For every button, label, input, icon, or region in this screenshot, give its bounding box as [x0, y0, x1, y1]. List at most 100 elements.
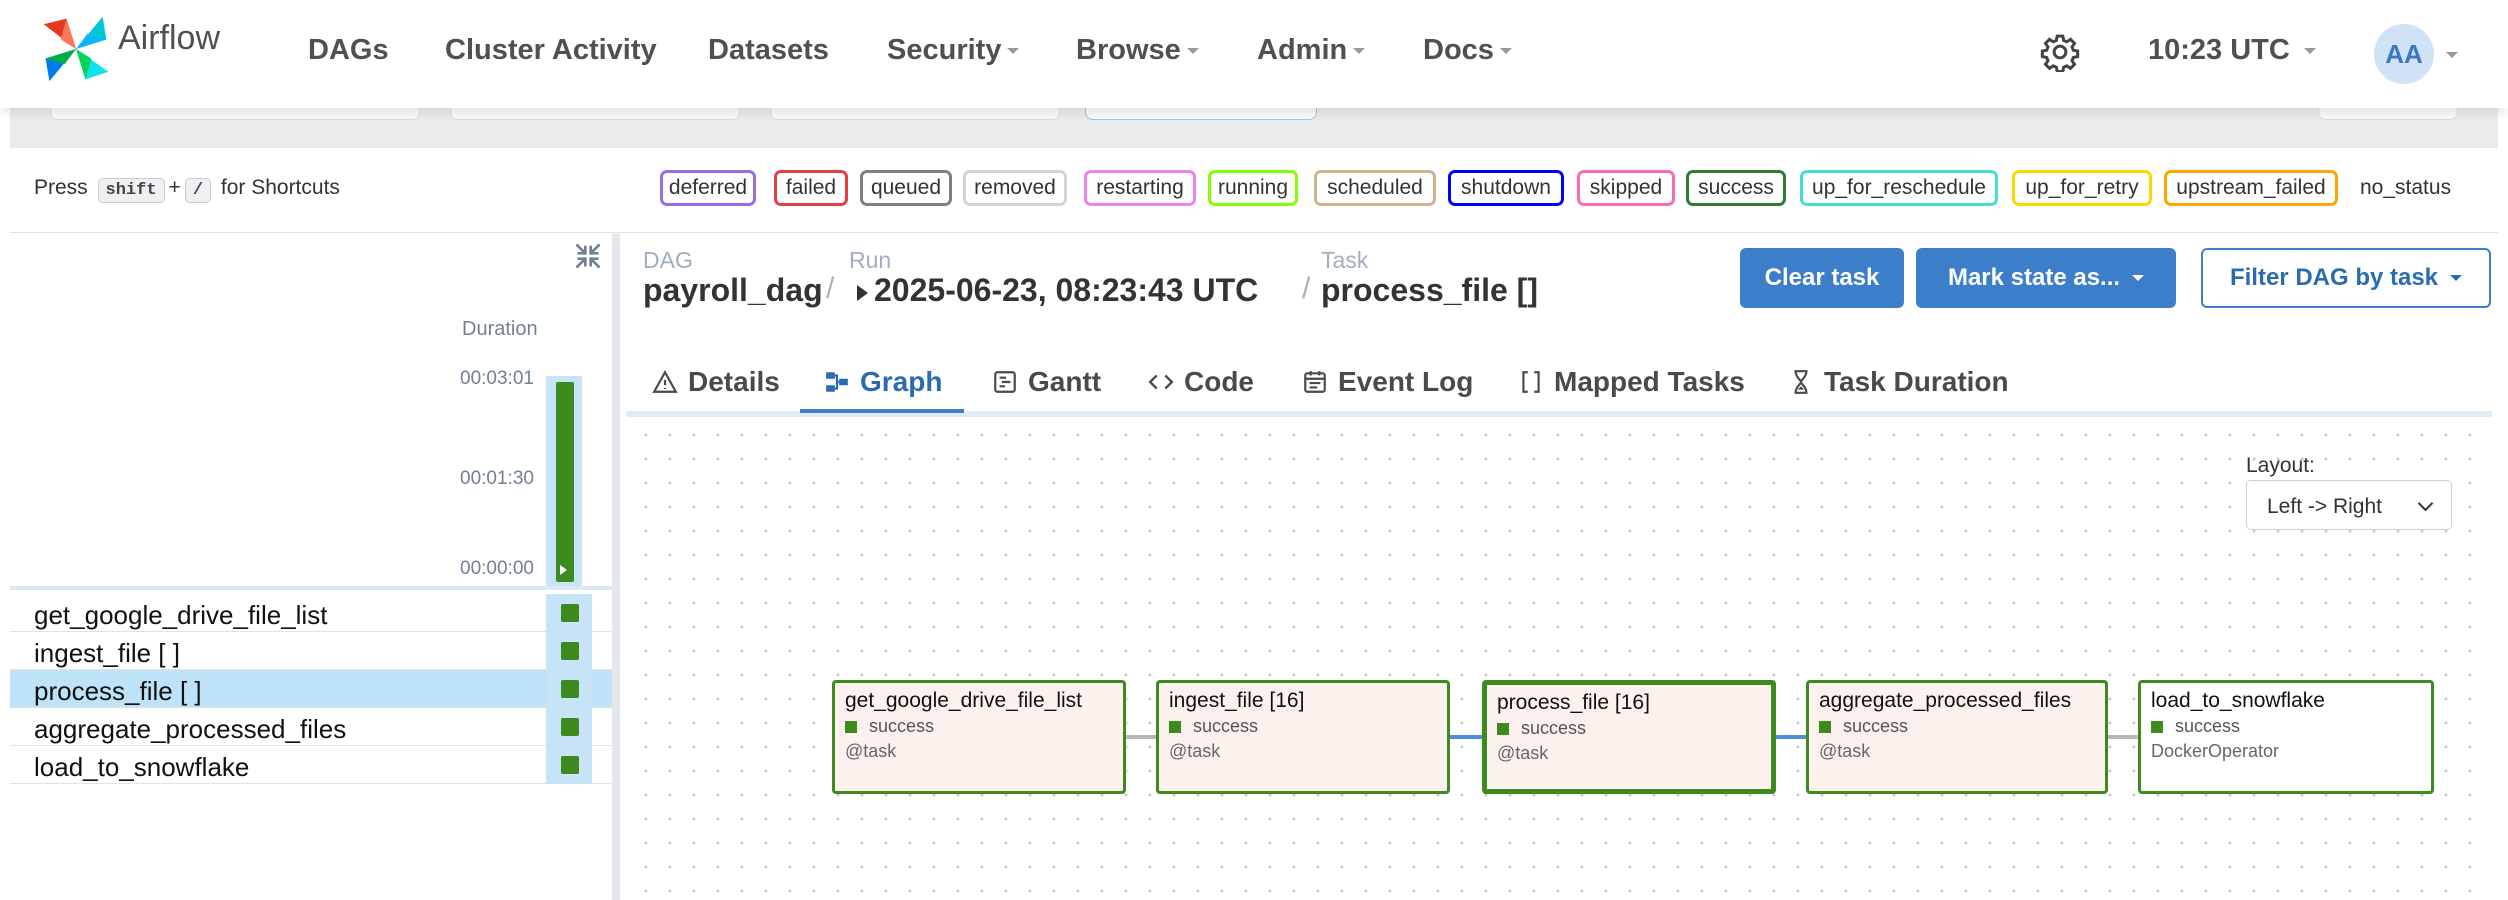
- legend-chip-shutdown[interactable]: shutdown: [1448, 170, 1564, 206]
- filter-dag-button[interactable]: Filter DAG by task: [2201, 248, 2491, 308]
- shortcuts-suffix: for Shortcuts: [220, 176, 340, 199]
- clear-task-button[interactable]: Clear task: [1740, 248, 1904, 308]
- task-row[interactable]: aggregate_processed_files: [10, 708, 614, 746]
- slash-key: /: [184, 178, 212, 203]
- tab-gantt[interactable]: Gantt: [992, 352, 1101, 412]
- breadcrumb-task[interactable]: process_file []: [1321, 272, 1538, 309]
- legend-chip-failed[interactable]: failed: [774, 170, 848, 206]
- duration-header: Duration: [462, 318, 538, 340]
- state-square-icon: [2151, 720, 2163, 733]
- legend-chip-skipped[interactable]: skipped: [1577, 170, 1675, 206]
- node-state: success: [2151, 716, 2240, 737]
- graph-node-load-to-snowflake[interactable]: load_to_snowflake success DockerOperator: [2138, 680, 2434, 794]
- tab-details-label: Details: [688, 366, 780, 397]
- state-square-icon: [1497, 722, 1509, 735]
- filter-control[interactable]: [1085, 108, 1317, 120]
- warning-triangle-icon: [652, 370, 678, 393]
- tab-event-log[interactable]: Event Log: [1302, 352, 1473, 412]
- node-state: success: [845, 716, 934, 737]
- node-name: ingest_file [16]: [1169, 689, 1305, 712]
- task-row[interactable]: load_to_snowflake: [10, 746, 614, 784]
- graph-node-get-google-drive-file-list[interactable]: get_google_drive_file_list success @task: [832, 680, 1126, 794]
- graph-icon: [826, 372, 848, 392]
- node-operator: DockerOperator: [2151, 741, 2280, 761]
- nav-docs-label: Docs: [1423, 34, 1494, 66]
- graph-node-process-file-selected[interactable]: process_file [16] success @task: [1482, 680, 1776, 794]
- run-duration-bar[interactable]: [556, 382, 574, 582]
- task-row[interactable]: get_google_drive_file_list: [10, 594, 614, 632]
- legend-chip-success[interactable]: success: [1686, 170, 1786, 206]
- nav-dags[interactable]: DAGs: [308, 34, 389, 67]
- nav-browse[interactable]: Browse: [1076, 34, 1199, 67]
- tab-mapped-tasks-label: Mapped Tasks: [1554, 366, 1745, 397]
- active-tab-indicator: [800, 409, 964, 413]
- filter-control[interactable]: [450, 108, 740, 120]
- task-instance-success[interactable]: [561, 756, 579, 774]
- mark-state-button[interactable]: Mark state as...: [1916, 248, 2176, 308]
- legend-chip-running[interactable]: running: [1208, 170, 1298, 206]
- top-navbar: Airflow DAGs Cluster Activity Datasets S…: [0, 0, 2508, 108]
- task-instance-success[interactable]: [561, 642, 579, 660]
- graph-canvas[interactable]: [628, 417, 2490, 900]
- caret-down-icon: [1007, 48, 1020, 55]
- graph-node-ingest-file[interactable]: ingest_file [16] success @task: [1156, 680, 1450, 794]
- caret-down-icon: [2303, 48, 2316, 55]
- tab-graph[interactable]: Graph: [824, 352, 942, 412]
- graph-node-aggregate-processed-files[interactable]: aggregate_processed_files success @task: [1806, 680, 2108, 794]
- tab-task-duration[interactable]: Task Duration: [1788, 352, 2009, 412]
- state-square-icon: [845, 720, 857, 733]
- airflow-brand[interactable]: Airflow: [38, 10, 220, 88]
- node-operator: @task: [845, 741, 897, 761]
- breadcrumb-run[interactable]: 2025-06-23, 08:23:43 UTC: [857, 272, 1258, 309]
- legend-chip-up-for-retry[interactable]: up_for_retry: [2012, 170, 2152, 206]
- gantt-icon: [994, 371, 1016, 393]
- caret-down-icon: [2450, 275, 2463, 281]
- user-avatar[interactable]: AA: [2374, 24, 2434, 84]
- nav-docs[interactable]: Docs: [1423, 34, 1512, 67]
- caret-down-icon: [2132, 275, 2145, 281]
- filter-control[interactable]: [50, 108, 420, 120]
- legend-chip-upstream-failed[interactable]: upstream_failed: [2164, 170, 2338, 206]
- legend-chip-restarting[interactable]: restarting: [1084, 170, 1196, 206]
- legend-chip-deferred[interactable]: deferred: [660, 170, 756, 206]
- nav-cluster-activity[interactable]: Cluster Activity: [445, 34, 657, 67]
- task-instance-success[interactable]: [561, 680, 579, 698]
- legend-chip-up-for-reschedule[interactable]: up_for_reschedule: [1800, 170, 1998, 206]
- legend-chip-removed[interactable]: removed: [963, 170, 1067, 206]
- task-instance-success[interactable]: [561, 718, 579, 736]
- node-operator: @task: [1169, 741, 1221, 761]
- nav-admin[interactable]: Admin: [1257, 34, 1366, 67]
- panel-resize-handle[interactable]: [612, 234, 620, 900]
- hourglass-icon: [1794, 370, 1808, 394]
- task-instance-success[interactable]: [561, 604, 579, 622]
- nav-security-label: Security: [887, 34, 1002, 66]
- utc-clock[interactable]: 10:23 UTC: [2148, 34, 2316, 67]
- task-row-selected[interactable]: process_file [ ]: [10, 670, 614, 708]
- gear-icon[interactable]: [2040, 32, 2080, 72]
- legend-chip-queued[interactable]: queued: [860, 170, 952, 206]
- nav-datasets-label: Datasets: [708, 34, 829, 66]
- shift-key: shift: [97, 178, 165, 203]
- tab-code[interactable]: Code: [1148, 352, 1254, 412]
- tab-details[interactable]: Details: [652, 352, 780, 412]
- chevron-down-icon: [2417, 495, 2434, 512]
- task-row[interactable]: ingest_file [ ]: [10, 632, 614, 670]
- layout-label: Layout:: [2246, 454, 2315, 477]
- filter-control[interactable]: [770, 108, 1060, 120]
- graph-edge-highlighted: [1774, 735, 1808, 739]
- nav-security[interactable]: Security: [887, 34, 1020, 67]
- legend-no-status[interactable]: no_status: [2360, 176, 2451, 200]
- duration-tick: 00:00:00: [460, 558, 534, 579]
- nav-datasets[interactable]: Datasets: [708, 34, 829, 67]
- legend-chip-scheduled[interactable]: scheduled: [1314, 170, 1436, 206]
- grid-divider: [10, 586, 614, 590]
- layout-select[interactable]: Left -> Right: [2246, 480, 2452, 530]
- tab-mapped-tasks[interactable]: Mapped Tasks: [1518, 352, 1745, 412]
- collapse-icon[interactable]: [572, 240, 604, 272]
- breadcrumb-dag[interactable]: payroll_dag: [643, 272, 823, 309]
- caret-down-icon: [2446, 52, 2458, 58]
- shortcuts-plus: +: [168, 176, 181, 199]
- filter-control[interactable]: [2318, 108, 2458, 120]
- graph-edge: [2108, 735, 2140, 739]
- duration-tick: 00:01:30: [460, 468, 534, 489]
